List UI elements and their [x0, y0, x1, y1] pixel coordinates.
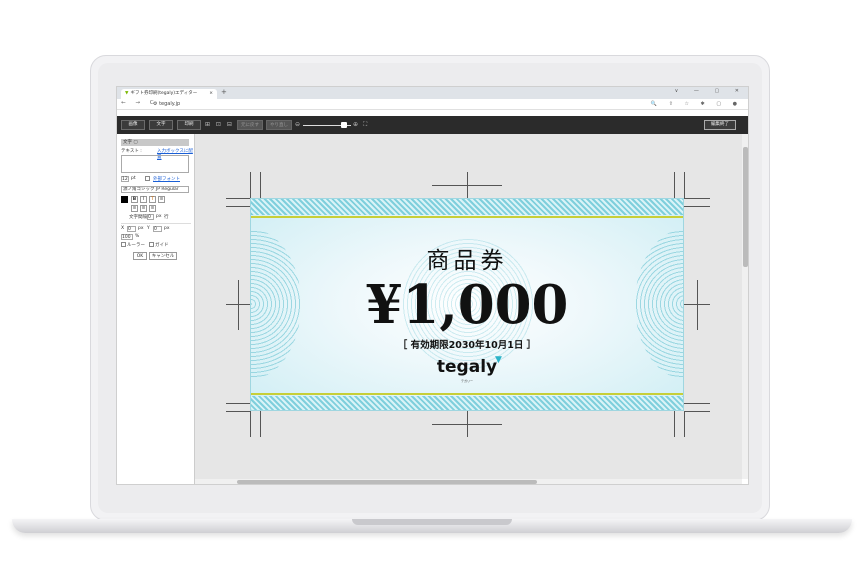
favicon-icon: ▼	[125, 91, 129, 96]
spacing-input[interactable]: 0	[147, 214, 154, 220]
gold-line-bottom	[251, 393, 683, 395]
ruler-checkbox[interactable]	[121, 242, 126, 247]
vertical-text-icon[interactable]: T	[149, 196, 156, 203]
crop-mark	[250, 411, 251, 437]
italic-button[interactable]: I	[140, 196, 147, 203]
size-input[interactable]: 12	[121, 176, 129, 182]
ok-button[interactable]: OK	[133, 252, 147, 260]
crop-mark	[684, 172, 685, 198]
text-button[interactable]: 文字	[149, 120, 173, 130]
new-tab-button[interactable]: +	[221, 88, 227, 96]
tab-close-button[interactable]: ×	[209, 89, 213, 99]
vertical-scroll-thumb[interactable]	[743, 147, 748, 267]
tab-title: ギフト券印刷(tegaly)エディター	[130, 91, 198, 96]
crop-mark	[260, 172, 261, 198]
print-button[interactable]: 印刷	[177, 120, 201, 130]
panel-divider	[121, 223, 191, 224]
crop-mark	[226, 411, 250, 412]
voucher-title: 商品券	[426, 248, 508, 274]
gift-voucher[interactable]: 商品券 ¥1,000 ［ 有効期限2030年10月1日 ］ tegaly ▼ テ…	[250, 198, 684, 411]
crop-mark	[226, 198, 250, 199]
browser-tab-bar: ▼ ギフト券印刷(tegaly)エディター × + ∨ — ▢ ✕	[117, 87, 748, 99]
browser-action-icons[interactable]: 🔍 ⇪ ☆ ✱ ▢ ●	[651, 100, 742, 109]
width-input[interactable]: 100	[121, 234, 133, 240]
crop-mark	[250, 172, 251, 198]
text-input[interactable]	[121, 155, 189, 173]
tegaly-logo-sub: テガリー	[460, 379, 473, 383]
logo-mark-icon: ▼	[495, 355, 502, 365]
ruler-label: ルーラー	[127, 243, 145, 248]
align-icon[interactable]: ≡	[158, 196, 165, 203]
image-button[interactable]: 画像	[121, 120, 145, 130]
text-label: テキスト :	[121, 149, 142, 154]
size-unit: pt	[131, 176, 136, 181]
y-input[interactable]: 0	[153, 226, 162, 232]
registration-mark	[238, 280, 239, 330]
registration-mark	[467, 172, 468, 198]
x-input[interactable]: 0	[127, 226, 136, 232]
crop-mark	[684, 206, 710, 207]
crop-mark	[226, 403, 250, 404]
width-unit: %	[135, 234, 140, 239]
guide-checkbox[interactable]	[149, 242, 154, 247]
browser-tab[interactable]: ▼ ギフト券印刷(tegaly)エディター ×	[121, 89, 217, 99]
y-unit: px	[164, 226, 170, 231]
cancel-button[interactable]: キャンセル	[149, 252, 177, 260]
bold-button[interactable]: B	[131, 196, 138, 203]
gold-line-top	[251, 216, 683, 218]
window-controls[interactable]: ∨ — ▢ ✕	[675, 88, 746, 94]
zoom-in-icon[interactable]: ⊕	[353, 120, 358, 130]
guide-label: ガイド	[155, 243, 169, 248]
crop-mark	[226, 206, 250, 207]
line-label: 行	[164, 215, 169, 220]
align-left-icon[interactable]: ≡	[131, 205, 138, 212]
address-bar: ← → C ⚙ tegaly.jp 🔍 ⇪ ☆ ✱ ▢ ●	[117, 99, 748, 110]
align-center-icon[interactable]: ≡	[140, 205, 147, 212]
align-right-icon[interactable]: ≡	[149, 205, 156, 212]
font-checkbox[interactable]	[145, 176, 150, 181]
zoom-out-icon[interactable]: ⊖	[295, 120, 300, 130]
x-label: X	[121, 226, 125, 231]
registration-mark	[697, 280, 698, 330]
finish-edit-button[interactable]: 編集終了	[704, 120, 736, 130]
spacing-label: 文字間隔	[129, 215, 147, 220]
crop-mark	[684, 198, 710, 199]
redo-button[interactable]: やり直し	[266, 120, 292, 130]
text-property-panel: 文字 ▢ テキスト : 入力ボックスに配置 12 pt 外部フォント 源ノ角ゴシ…	[117, 134, 195, 484]
x-unit: px	[138, 226, 144, 231]
external-font-link[interactable]: 外部フォント	[153, 176, 180, 182]
crop-mark	[260, 411, 261, 437]
zoom-slider-knob[interactable]	[341, 122, 347, 128]
spacing-unit: px	[156, 214, 162, 219]
url-text: tegaly.jp	[159, 101, 181, 107]
horizontal-scroll-thumb[interactable]	[237, 480, 537, 484]
y-label: Y	[147, 226, 150, 231]
crop-mark	[674, 411, 675, 437]
fit-screen-icon[interactable]: ⛶	[363, 120, 367, 130]
guilloche-band-top	[251, 199, 683, 215]
color-swatch[interactable]	[121, 196, 128, 203]
url-field[interactable]: ⚙ tegaly.jp	[153, 100, 180, 109]
voucher-expiry: ［ 有効期限2030年10月1日 ］	[397, 340, 537, 351]
crop-mark	[684, 411, 710, 412]
laptop-notch	[352, 519, 512, 525]
font-select[interactable]: 源ノ角ゴシック JP Regular	[121, 186, 189, 193]
crop-mark	[684, 411, 685, 437]
crop-mark	[674, 172, 675, 198]
editor-toolbar: 画像 文字 印刷 ⊞ ⊡ ⊟ ⊠ 元に戻す やり直し ⊖ ⊕ ⛶ 編集終了	[117, 116, 748, 134]
panel-title: 文字 ▢	[121, 139, 189, 146]
voucher-amount: ¥1,000	[365, 274, 569, 336]
guilloche-band-bottom	[251, 396, 683, 410]
undo-button[interactable]: 元に戻す	[237, 120, 263, 130]
crop-mark	[684, 403, 710, 404]
tegaly-logo: tegaly	[436, 357, 498, 377]
registration-mark	[467, 411, 468, 437]
